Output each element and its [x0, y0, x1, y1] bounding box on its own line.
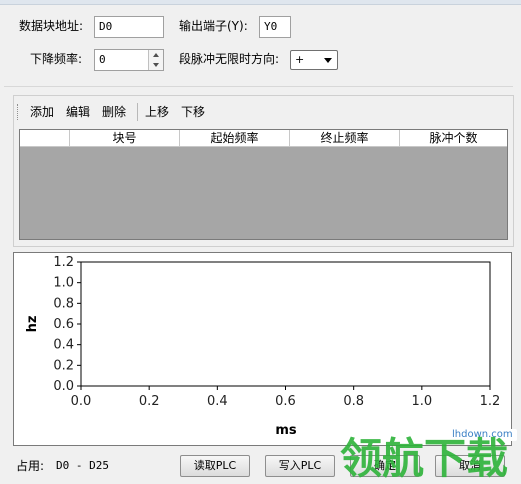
segment-table[interactable]: 块号 起始频率 终止频率 脉冲个数 — [19, 129, 508, 240]
x-tick-label: 1.0 — [411, 394, 432, 409]
x-tick-label: 0.0 — [71, 394, 92, 409]
column-header-start-freq[interactable]: 起始频率 — [180, 130, 290, 146]
plot-area — [80, 261, 491, 387]
x-axis-label: ms — [275, 423, 297, 438]
column-header-end-freq[interactable]: 终止频率 — [290, 130, 400, 146]
move-down-button[interactable]: 下移 — [181, 104, 205, 120]
x-tick-label: 0.6 — [275, 394, 296, 409]
block-address-label: 数据块地址: — [19, 19, 84, 33]
y-axis-label: hz — [25, 316, 40, 333]
y-tick-label: 0.6 — [53, 317, 74, 332]
infinite-direction-label: 段脉冲无限时方向: — [179, 52, 280, 66]
decel-freq-label: 下降频率: — [30, 52, 83, 66]
toolbar-grip-icon — [17, 104, 20, 120]
table-header: 块号 起始频率 终止频率 脉冲个数 — [20, 130, 507, 147]
decel-freq-spinbox[interactable]: 0 — [94, 49, 164, 71]
column-header-pulse-count[interactable]: 脉冲个数 — [400, 130, 507, 146]
chevron-down-icon — [324, 58, 332, 63]
y-tick-label: 0.4 — [53, 338, 74, 353]
toolbar-separator — [137, 103, 138, 121]
spin-down-arrow-icon[interactable] — [148, 60, 163, 70]
x-tick-label: 0.2 — [139, 394, 160, 409]
delete-button[interactable]: 删除 — [102, 104, 126, 120]
y-tick-label: 0.2 — [53, 358, 74, 373]
y-tick-label: 1.2 — [53, 255, 74, 270]
y-tick-label: 0.8 — [53, 296, 74, 311]
infinite-direction-select[interactable]: + — [290, 50, 338, 70]
write-plc-button[interactable]: 写入PLC — [265, 455, 335, 477]
decel-freq-value: 0 — [99, 53, 106, 66]
output-terminal-field[interactable]: Y0 — [259, 16, 291, 38]
pulse-chart: 0.0 0.2 0.4 0.6 0.8 1.0 1.2 0.0 0.2 0.4 0.6 0.8 1.0… — [25, 255, 501, 438]
block-address-field[interactable]: D0 — [94, 16, 164, 38]
occupy-label: 占用: — [16, 459, 45, 473]
chart-panel: 0.0 0.2 0.4 0.6 0.8 1.0 1.2 0.0 0.2 0.4 0.6 0.8 1.0… — [13, 252, 512, 446]
y-tick-label: 1.0 — [53, 276, 74, 291]
ok-button[interactable]: 确定 — [350, 455, 420, 477]
window-top-edge — [0, 0, 521, 5]
add-button[interactable]: 添加 — [30, 104, 54, 120]
output-terminal-label: 输出端子(Y): — [179, 19, 248, 33]
x-tick-label: 0.8 — [343, 394, 364, 409]
column-header-block-no[interactable]: 块号 — [70, 130, 180, 146]
read-plc-button[interactable]: 读取PLC — [180, 455, 250, 477]
occupy-value: D0 - D25 — [56, 459, 109, 472]
edit-button[interactable]: 编辑 — [66, 104, 90, 120]
x-tick-label: 0.4 — [207, 394, 228, 409]
infinite-direction-value: + — [295, 53, 305, 66]
row-header-corner — [20, 130, 70, 146]
move-up-button[interactable]: 上移 — [145, 104, 169, 120]
cancel-button[interactable]: 取消 — [435, 455, 505, 477]
x-tick-label: 1.2 — [480, 394, 501, 409]
y-tick-label: 0.0 — [53, 379, 74, 394]
